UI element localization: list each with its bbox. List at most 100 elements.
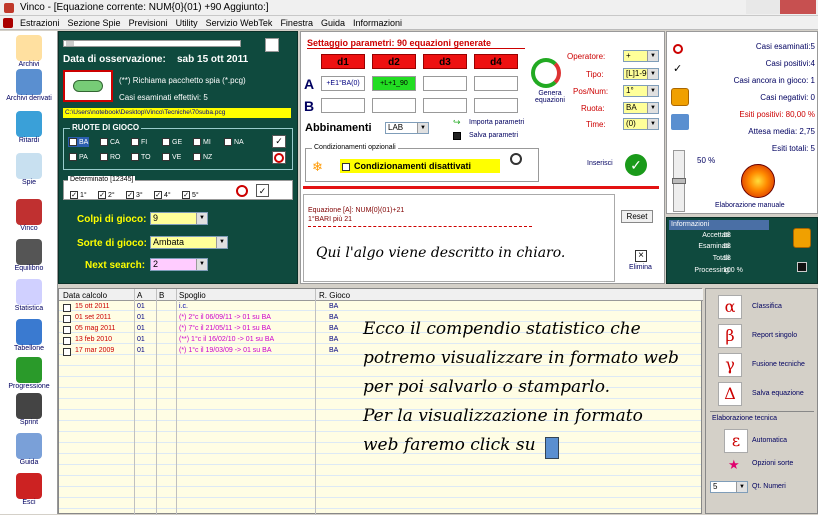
genera-label[interactable]: Genera equazioni: [533, 90, 567, 104]
ruota-ro[interactable]: RO: [99, 152, 122, 162]
ruota-checkbox[interactable]: [69, 138, 77, 146]
tool-report-singolo[interactable]: β Report singolo: [718, 324, 818, 348]
no-entry-icon[interactable]: [236, 185, 248, 197]
b-slot-4[interactable]: [474, 98, 518, 113]
sidebar-item-guida[interactable]: Guida: [0, 433, 58, 466]
ruota-na[interactable]: NA: [223, 137, 245, 147]
slider-thumb[interactable]: [672, 178, 686, 184]
confirm-det-checkbox[interactable]: ✓: [256, 184, 269, 197]
row-checkbox[interactable]: [63, 315, 71, 323]
ruota-checkbox[interactable]: [100, 153, 108, 161]
opzioni-label[interactable]: Opzioni sorte: [752, 460, 793, 467]
save-disk-icon[interactable]: [797, 262, 807, 272]
a-slot-3[interactable]: [423, 76, 467, 91]
ruota-checkbox[interactable]: [224, 138, 232, 146]
import-arrow-icon[interactable]: ↪: [453, 118, 462, 127]
sidebar-item-archivi[interactable]: Archivi: [0, 35, 58, 68]
sorte-select[interactable]: Ambata ▼: [150, 236, 228, 249]
ruota-checkbox[interactable]: [69, 153, 77, 161]
menu-informazioni[interactable]: Informazioni: [349, 16, 406, 30]
col-spoglio[interactable]: Spoglio: [179, 291, 206, 300]
search-icon[interactable]: [510, 153, 522, 165]
save-label[interactable]: Salva parametri: [469, 132, 518, 139]
ruota-checkbox[interactable]: [193, 153, 201, 161]
ruota-checkbox[interactable]: [131, 153, 139, 161]
web-view-icon[interactable]: [545, 437, 559, 459]
import-label[interactable]: Importa parametri: [469, 119, 524, 126]
vinco-menu-icon[interactable]: [3, 18, 13, 28]
ruota-mi[interactable]: MI: [192, 137, 212, 147]
date-scrollbar[interactable]: [63, 40, 241, 47]
det-checkbox[interactable]: [154, 191, 162, 200]
col-date[interactable]: Data calcolo: [63, 291, 107, 300]
sidebar-item-esci[interactable]: Esci: [0, 473, 58, 506]
inserisci-label[interactable]: Inserisci: [587, 160, 613, 167]
manual-run-button[interactable]: [741, 164, 775, 198]
sidebar-item-spie[interactable]: Spie: [0, 153, 58, 186]
menu-estrazioni[interactable]: Estrazioni: [16, 16, 64, 30]
sidebar-item-archivi-derivati[interactable]: Archivi derivati: [0, 69, 58, 102]
table-row[interactable]: 15 ott 2011 01 i.c. BA: [59, 303, 703, 313]
ruota-to[interactable]: TO: [130, 152, 152, 162]
det-2[interactable]: 2°: [98, 191, 126, 200]
menu-utility[interactable]: Utility: [172, 16, 202, 30]
ruota-checkbox[interactable]: [162, 138, 170, 146]
tool-fusione-tecniche[interactable]: γ Fusione tecniche: [718, 353, 818, 377]
tool-classifica[interactable]: α Classifica: [718, 295, 818, 319]
col-a[interactable]: A: [137, 291, 142, 300]
ruota-ba[interactable]: BA: [68, 137, 90, 147]
slider-track[interactable]: [672, 150, 686, 212]
ruota-ca[interactable]: CA: [99, 137, 121, 147]
ruota-checkbox[interactable]: [162, 153, 170, 161]
sidebar-item-statistica[interactable]: Statistica: [0, 279, 58, 312]
menu-previsioni[interactable]: Previsioni: [125, 16, 172, 30]
ruota-nz[interactable]: NZ: [192, 152, 213, 162]
elimina-label[interactable]: Elimina: [629, 264, 652, 271]
tempo-select[interactable]: (0) ▼: [623, 118, 659, 130]
a-slot-4[interactable]: [474, 76, 518, 91]
delete-icon[interactable]: ×: [635, 250, 647, 262]
menu-sezione-spie[interactable]: Sezione Spie: [64, 16, 125, 30]
det-1[interactable]: 1°: [70, 191, 98, 200]
det-checkbox[interactable]: [182, 191, 190, 200]
tool-glyph[interactable]: α: [718, 295, 742, 319]
tool-glyph[interactable]: γ: [718, 353, 742, 377]
pos-select[interactable]: 1° ▼: [623, 85, 659, 97]
sidebar-item-vinco[interactable]: Vinco: [0, 199, 58, 232]
confirm-ruote-button[interactable]: ✓: [272, 135, 286, 148]
ruota-checkbox[interactable]: [100, 138, 108, 146]
det-3[interactable]: 3°: [126, 191, 154, 200]
row-checkbox[interactable]: [63, 348, 71, 356]
tipo-select[interactable]: [L]1-90 ▼: [623, 68, 659, 80]
det-checkbox[interactable]: [126, 191, 134, 200]
det-checkbox[interactable]: [70, 191, 78, 200]
cond-toggle[interactable]: Condizionamenti disattivati: [340, 159, 500, 173]
b-slot-2[interactable]: [372, 98, 416, 113]
row-checkbox[interactable]: [63, 326, 71, 334]
ruota-checkbox[interactable]: [131, 138, 139, 146]
ruota-pa[interactable]: PA: [68, 152, 89, 162]
ruota-ge[interactable]: GE: [161, 137, 183, 147]
tool-salva-equazione[interactable]: Δ Salva equazione: [718, 382, 818, 406]
sidebar-item-progressione[interactable]: Progressione: [0, 357, 58, 390]
auto-button[interactable]: ε: [724, 429, 748, 453]
det-4[interactable]: 4°: [154, 191, 182, 200]
det-5[interactable]: 5°: [182, 191, 210, 200]
b-slot-3[interactable]: [423, 98, 467, 113]
menu-servizio-webtek[interactable]: Servizio WebTek: [202, 16, 277, 30]
sidebar-item-tabellone[interactable]: Tabellone: [0, 319, 58, 352]
sidebar-item-sprint[interactable]: Sprint: [0, 393, 58, 426]
row-checkbox[interactable]: [63, 337, 71, 345]
row-checkbox[interactable]: [63, 304, 71, 312]
sidebar-item-equilibrio[interactable]: Equilibrio: [0, 239, 58, 272]
a-slot-2[interactable]: +L+1_90: [372, 76, 416, 91]
col-ruota[interactable]: R. Gioco: [319, 291, 350, 300]
qt-select[interactable]: 5 ▼: [710, 481, 748, 493]
a-slot-1[interactable]: +E1°BA(0): [321, 76, 365, 91]
ruota-select[interactable]: BA ▼: [623, 102, 659, 114]
save-disk-icon[interactable]: [453, 132, 461, 140]
ruota-ve[interactable]: VE: [161, 152, 182, 162]
next-select[interactable]: 2 ▼: [150, 258, 208, 271]
menu-finestra[interactable]: Finestra: [276, 16, 317, 30]
col-b[interactable]: B: [159, 291, 164, 300]
